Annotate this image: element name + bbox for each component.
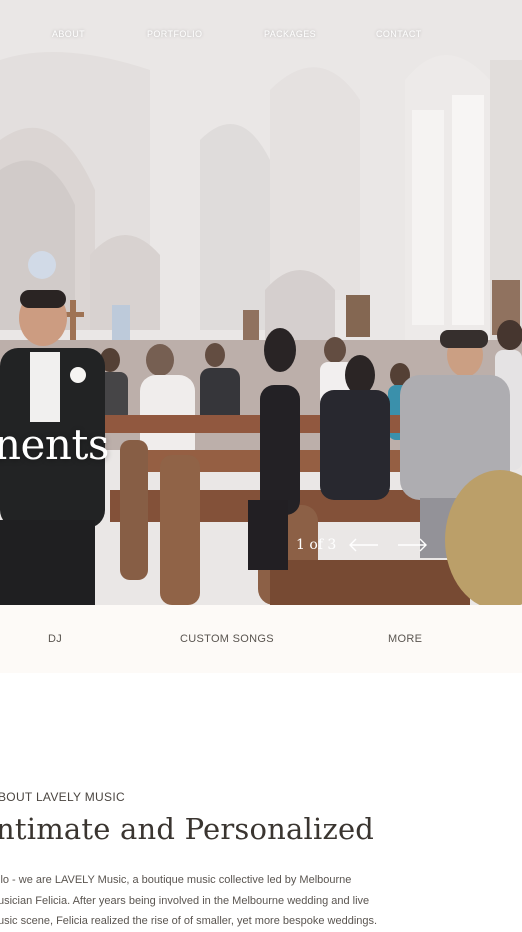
- top-navigation: ABOUT PORTFOLIO PACKAGES CONTACT: [0, 0, 522, 70]
- menu-custom-songs-link[interactable]: CUSTOM SONGS: [180, 633, 274, 645]
- nav-about-link[interactable]: ABOUT: [52, 29, 85, 39]
- nav-packages-link[interactable]: PACKAGES: [264, 29, 316, 39]
- menu-dj-link[interactable]: DJ: [48, 633, 62, 645]
- about-body-line: llo - we are LAVELY Music, a boutique mu…: [0, 874, 352, 886]
- about-body-line: usician Felicia. After years being invol…: [0, 894, 370, 907]
- hero-slideshow: ABOUT PORTFOLIO PACKAGES CONTACT nents 1…: [0, 0, 522, 605]
- about-body: llo - we are LAVELY Music, a boutique mu…: [0, 870, 418, 932]
- slider-counter: 1 of 3: [296, 537, 337, 553]
- wedding-ceremony-photo: [0, 0, 522, 605]
- about-body-line: usic scene, Felicia realized the rise of…: [0, 915, 378, 927]
- arrow-left-icon[interactable]: [348, 536, 380, 554]
- nav-contact-link[interactable]: CONTACT: [376, 29, 422, 39]
- about-kicker: BOUT LAVELY MUSIC: [0, 790, 125, 804]
- hero-title: nents: [0, 420, 109, 469]
- nav-portfolio-link[interactable]: PORTFOLIO: [147, 29, 202, 39]
- arrow-right-icon[interactable]: [396, 536, 428, 554]
- services-menu-bar: DJ CUSTOM SONGS MORE: [0, 605, 522, 673]
- about-heading: ntimate and Personalized: [0, 812, 375, 846]
- menu-more-link[interactable]: MORE: [388, 633, 422, 645]
